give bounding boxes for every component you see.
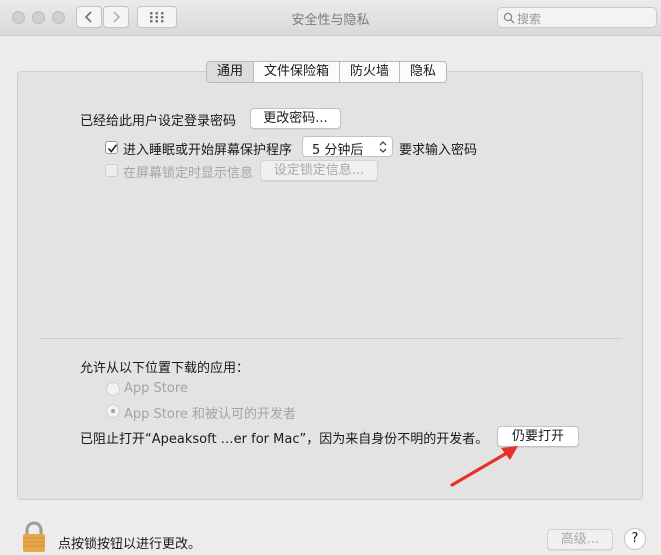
radio-app-store-label: App Store <box>124 381 188 396</box>
password-delay-value: 5 分钟后 <box>312 143 364 158</box>
radio-app-store-identified-label: App Store 和被认可的开发者 <box>124 407 297 422</box>
updown-chevron-icon <box>379 141 387 153</box>
password-set-label: 已经给此用户设定登录密码 <box>80 114 237 129</box>
tab-bar: 通用 文件保险箱 防火墙 隐私 <box>206 61 448 83</box>
radio-app-store[interactable] <box>106 382 120 396</box>
change-password-button[interactable]: 更改密码... <box>250 108 341 129</box>
lock-hint-text: 点按锁按钮以进行更改。 <box>58 537 202 552</box>
search-icon <box>503 12 515 24</box>
annotation-arrow-icon <box>450 446 518 487</box>
checkmark-icon <box>107 144 118 153</box>
show-message-checkbox[interactable] <box>105 164 118 177</box>
require-password-label: 进入睡眠或开始屏幕保护程序 <box>123 143 293 158</box>
password-delay-select[interactable]: 5 分钟后 <box>302 136 393 158</box>
tab-filevault[interactable]: 文件保险箱 <box>254 62 341 82</box>
require-password-checkbox[interactable] <box>105 141 118 154</box>
blocked-app-message: 已阻止打开“Apeaksoft …er for Mac”，因为来自身份不明的开发… <box>80 432 489 447</box>
show-message-label: 在屏幕锁定时显示信息 <box>123 166 254 181</box>
title-bar: 安全性与隐私 搜索 <box>0 0 661 36</box>
radio-app-store-identified[interactable] <box>106 404 120 418</box>
help-button[interactable]: ? <box>624 528 646 550</box>
tab-general[interactable]: 通用 <box>207 62 255 82</box>
set-lock-message-button[interactable]: 设定锁定信息... <box>260 160 378 181</box>
lock-icon[interactable] <box>21 521 47 553</box>
downloads-heading: 允许从以下位置下载的应用： <box>80 361 250 376</box>
tab-privacy[interactable]: 隐私 <box>400 62 446 82</box>
search-placeholder: 搜索 <box>517 12 542 26</box>
tab-firewall[interactable]: 防火墙 <box>340 62 401 82</box>
section-divider <box>40 338 622 339</box>
require-password-suffix: 要求输入密码 <box>399 143 478 158</box>
search-field[interactable]: 搜索 <box>497 7 657 28</box>
advanced-button[interactable]: 高级... <box>547 529 613 550</box>
